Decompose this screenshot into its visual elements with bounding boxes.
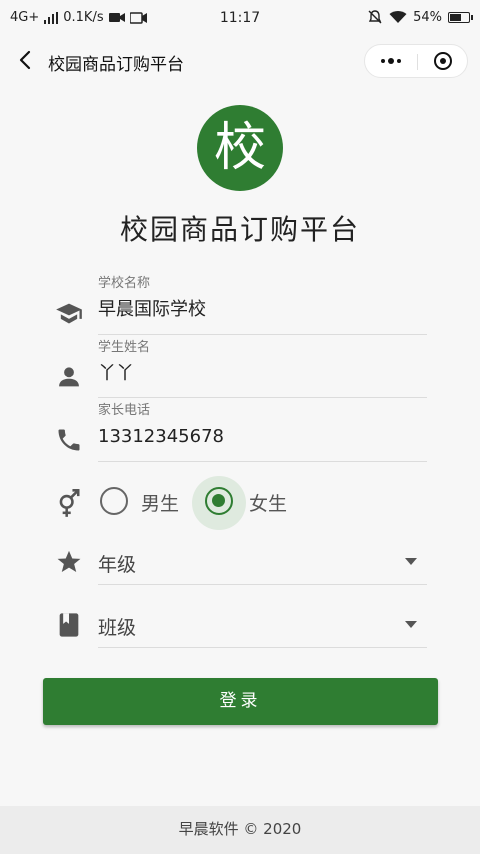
nav-title: 校园商品订购平台 (48, 55, 184, 75)
class-select-value: 班级 (98, 617, 137, 639)
grade-select-value: 年级 (98, 554, 137, 576)
person-icon (59, 367, 79, 387)
battery-icon (448, 11, 473, 23)
mini-program-capsule (364, 44, 468, 78)
grade-select[interactable]: 年级 (98, 538, 427, 585)
gender-icon (59, 489, 80, 517)
school-name-field[interactable]: 学校名称 早晨国际学校 (98, 276, 427, 335)
gender-radio-female[interactable] (205, 487, 233, 515)
more-dot-icon (381, 59, 385, 63)
wifi-icon (389, 11, 407, 23)
target-close-icon (434, 52, 452, 70)
page-title: 校园商品订购平台 (119, 213, 360, 246)
class-select[interactable]: 班级 (98, 601, 427, 648)
back-arrow-icon[interactable] (14, 48, 38, 72)
student-name-field[interactable]: 学生姓名 丫丫 (98, 340, 427, 398)
student-name-label: 学生姓名 (98, 340, 151, 355)
bell-off-icon (368, 10, 382, 24)
gender-label-male[interactable]: 男生 (141, 489, 179, 516)
app-logo: 校 (197, 105, 283, 191)
more-dot-icon (388, 58, 394, 64)
school-name-label: 学校名称 (98, 276, 151, 291)
school-name-value: 早晨国际学校 (98, 299, 206, 320)
star-icon (57, 550, 81, 573)
status-right: 54% (367, 9, 473, 25)
navigation-bar: 校园商品订购平台 (0, 36, 480, 86)
more-menu-button[interactable] (365, 45, 417, 77)
close-mini-program-button[interactable] (418, 45, 468, 77)
parent-phone-value: 13312345678 (98, 426, 224, 447)
dropdown-arrow-icon (405, 558, 417, 565)
graduation-cap-icon (56, 303, 82, 324)
parent-phone-label: 家长电话 (98, 403, 151, 418)
student-name-value: 丫丫 (98, 363, 134, 384)
dropdown-arrow-icon (405, 621, 417, 628)
footer-copyright: 早晨软件 © 2020 (0, 806, 480, 854)
book-icon (59, 613, 79, 637)
status-bar: 4G+ 0.1K/s 11:17 54% (0, 0, 480, 36)
login-button[interactable]: 登录 (43, 678, 438, 725)
battery-percent: 54% (413, 9, 442, 25)
gender-label-female[interactable]: 女生 (249, 489, 287, 516)
gender-radio-male[interactable] (100, 487, 128, 515)
phone-icon (58, 429, 80, 451)
parent-phone-field[interactable]: 家长电话 13312345678 (98, 403, 427, 462)
more-dot-icon (397, 59, 401, 63)
